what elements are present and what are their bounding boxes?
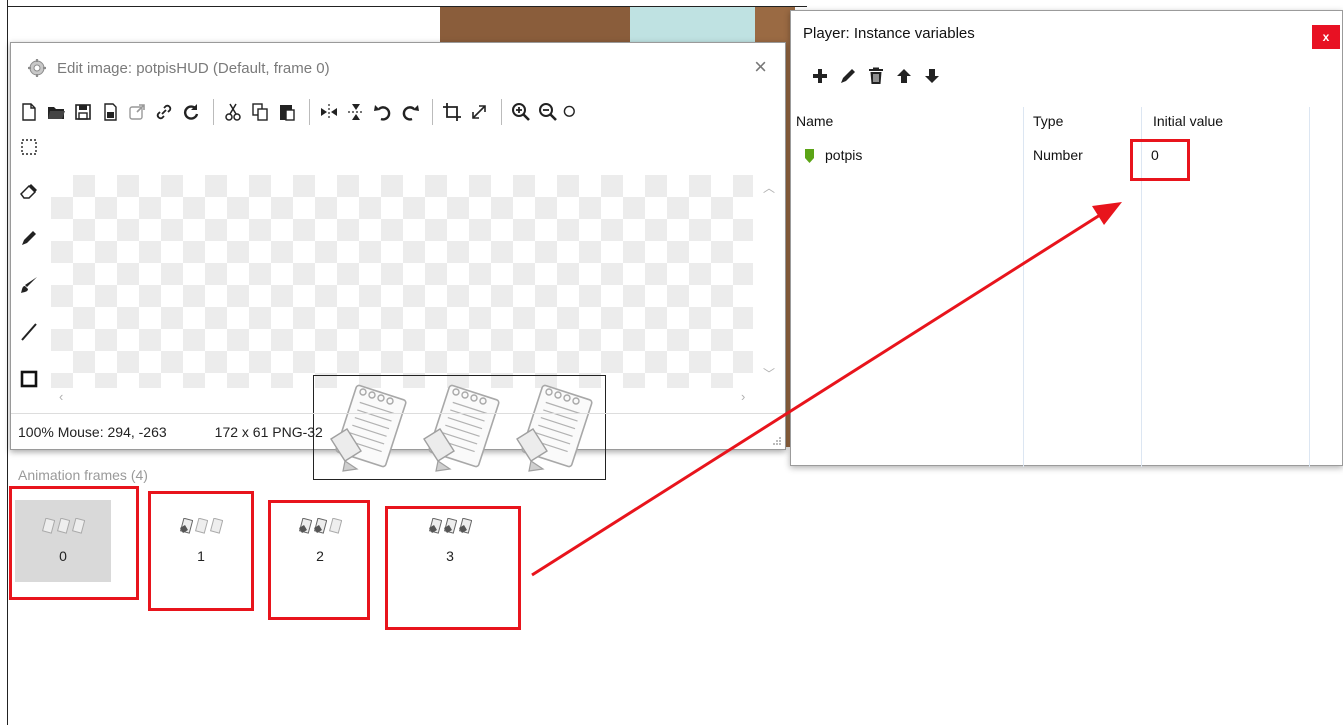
toolbar-separator	[309, 99, 310, 125]
rectangle-icon[interactable]	[17, 367, 41, 391]
image-editor-toolbar	[11, 98, 580, 126]
zoom-in-icon[interactable]	[509, 100, 533, 124]
vars-panel-title: Player: Instance variables	[803, 24, 975, 42]
column-header-name[interactable]: Name	[796, 113, 833, 129]
column-divider	[1023, 107, 1024, 467]
animation-frames-label: Animation frames (4)	[18, 467, 148, 483]
reload-icon[interactable]	[179, 100, 203, 124]
export-icon[interactable]	[125, 100, 149, 124]
delete-icon[interactable]	[867, 67, 885, 90]
edit-pencil-icon[interactable]	[839, 67, 857, 90]
toolbar-separator	[213, 99, 214, 125]
frame-border-left	[7, 0, 8, 725]
variable-name[interactable]: potpis	[825, 147, 862, 163]
variable-type[interactable]: Number	[1033, 147, 1083, 163]
highlight-frame-1	[148, 491, 254, 611]
scroll-down-icon[interactable]: ﹀	[763, 365, 775, 382]
flip-horizontal-icon[interactable]	[317, 100, 341, 124]
edit-image-window: Edit image: potpisHUD (Default, frame 0)…	[10, 42, 786, 480]
drawing-tools	[17, 139, 43, 414]
rectangle-select-icon[interactable]	[17, 135, 41, 159]
vertical-scrollbar[interactable]: ︿ ﹀	[759, 175, 781, 388]
resize-icon[interactable]	[467, 100, 491, 124]
horizontal-scrollbar[interactable]: ‹ ›	[51, 388, 781, 406]
column-header-type[interactable]: Type	[1033, 113, 1063, 129]
scroll-right-icon[interactable]: ›	[741, 389, 745, 404]
status-bar: 100% Mouse: 294, -263 172 x 61 PNG-32	[11, 413, 785, 449]
highlight-frame-0	[9, 486, 139, 600]
close-button[interactable]: x	[1312, 25, 1340, 49]
highlight-frame-3	[385, 506, 521, 630]
scroll-left-icon[interactable]: ‹	[59, 389, 63, 404]
add-icon[interactable]	[811, 67, 829, 90]
toolbar-separator	[501, 99, 502, 125]
rotate-left-icon[interactable]	[371, 100, 395, 124]
gear-icon	[28, 59, 46, 77]
edit-window-title: Edit image: potpisHUD (Default, frame 0)	[57, 59, 330, 77]
open-folder-icon[interactable]	[44, 100, 68, 124]
zoom-out-icon[interactable]	[536, 100, 560, 124]
column-divider	[1309, 107, 1310, 467]
crop-icon[interactable]	[440, 100, 464, 124]
save-icon[interactable]	[71, 100, 95, 124]
resize-grip-icon[interactable]	[771, 435, 781, 445]
move-up-icon[interactable]	[895, 67, 913, 90]
zoom-mouse-status: 100% Mouse: 294, -263	[18, 423, 167, 440]
image-canvas[interactable]	[51, 175, 753, 480]
highlight-initial-value	[1130, 139, 1190, 181]
rotate-right-icon[interactable]	[398, 100, 422, 124]
brush-icon[interactable]	[17, 273, 41, 297]
link-icon[interactable]	[152, 100, 176, 124]
scroll-up-icon[interactable]: ︿	[763, 179, 775, 196]
highlight-frame-2	[268, 500, 370, 620]
column-header-initial-value[interactable]: Initial value	[1153, 113, 1223, 129]
vars-toolbar	[811, 67, 941, 90]
paste-icon[interactable]	[275, 100, 299, 124]
move-down-icon[interactable]	[923, 67, 941, 90]
instance-variables-panel: Player: Instance variables x Name Type I…	[790, 10, 1343, 467]
eraser-icon[interactable]	[17, 179, 41, 203]
copy-icon[interactable]	[248, 100, 272, 124]
toolbar-separator	[432, 99, 433, 125]
edit-window-titlebar: Edit image: potpisHUD (Default, frame 0)	[11, 43, 785, 93]
new-icon[interactable]	[17, 100, 41, 124]
image-size-status: 172 x 61 PNG-32	[214, 423, 323, 440]
flip-vertical-icon[interactable]	[344, 100, 368, 124]
line-icon[interactable]	[17, 320, 41, 344]
cut-icon[interactable]	[221, 100, 245, 124]
variables-table: Name Type Initial value potpis Number 0	[791, 107, 1343, 467]
zoom-actual-icon[interactable]	[563, 100, 577, 124]
variable-tag-icon	[805, 149, 814, 163]
close-icon[interactable]: ×	[754, 56, 767, 78]
pencil-icon[interactable]	[17, 226, 41, 250]
save-as-icon[interactable]	[98, 100, 122, 124]
